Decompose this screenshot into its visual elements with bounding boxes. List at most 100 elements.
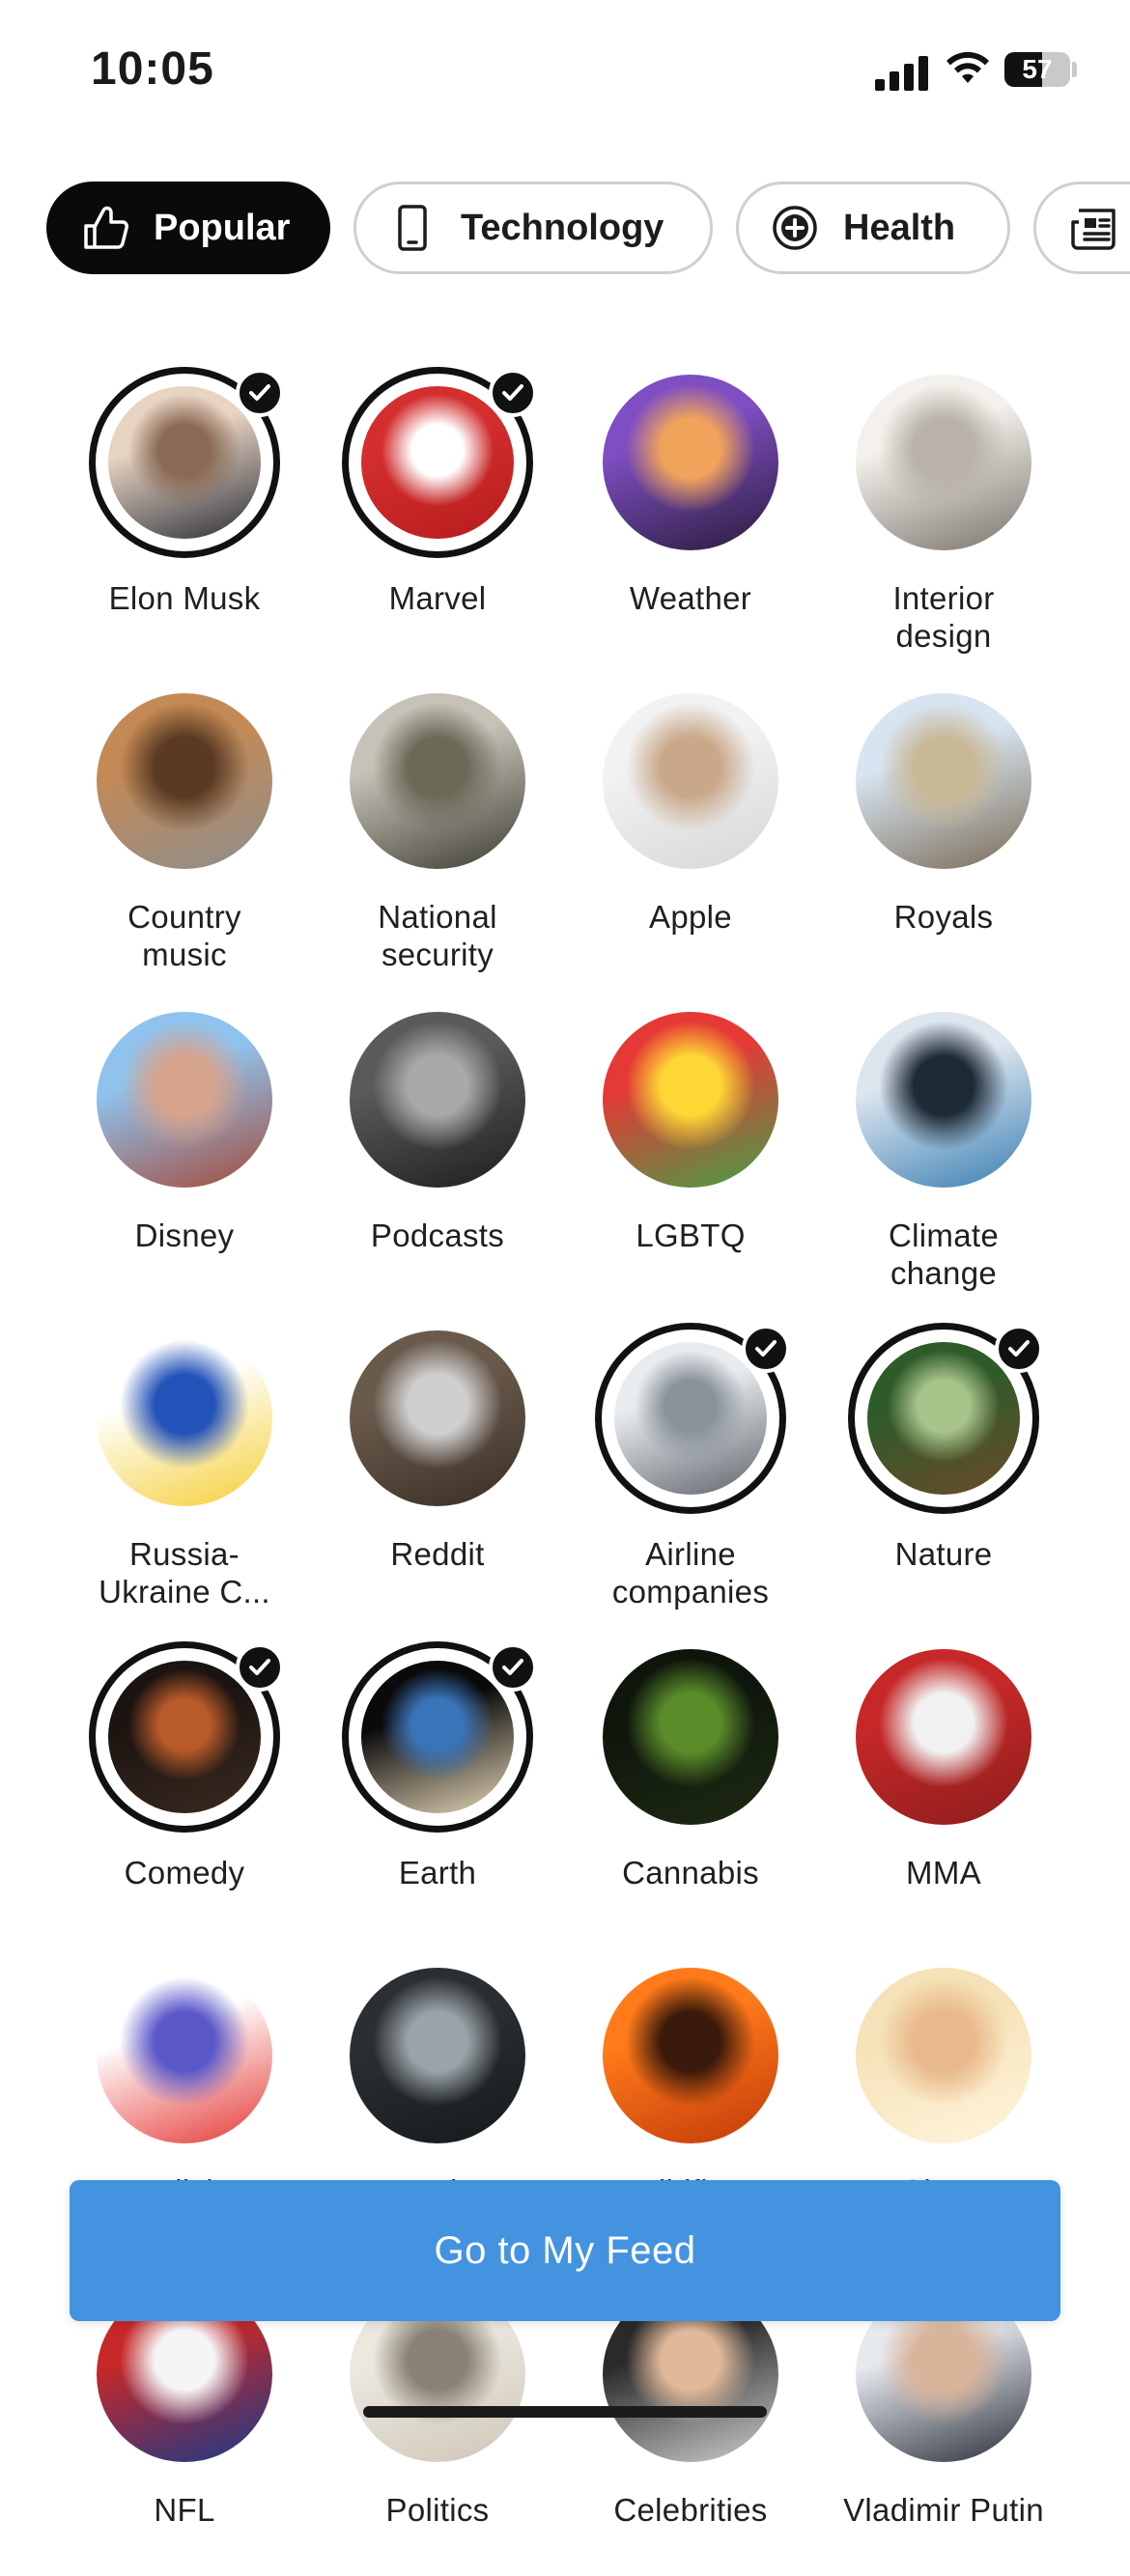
topic-celebrities[interactable]: Celebrities — [564, 2286, 817, 2576]
topic-royals[interactable]: Royals — [817, 693, 1070, 983]
topic-image — [108, 1661, 261, 1813]
topic-circle — [342, 367, 537, 558]
topic-label: Elon Musk — [108, 580, 261, 616]
topic-circle — [856, 693, 1031, 869]
topic-cannabis[interactable]: Cannabis — [564, 1649, 817, 1939]
topic-label: Disney — [134, 1218, 235, 1253]
topic-image — [97, 1968, 272, 2143]
topic-climate-change[interactable]: Climate change — [817, 1012, 1070, 1302]
topic-circle — [856, 375, 1031, 550]
topic-image — [350, 1330, 525, 1506]
topic-label: Interior design — [892, 580, 995, 654]
topic-label: MMA — [906, 1855, 981, 1890]
topic-circle — [350, 1012, 525, 1188]
topic-circle — [89, 1641, 284, 1833]
topic-label: Cannabis — [622, 1855, 759, 1890]
topic-circle — [342, 1641, 537, 1833]
topic-country-music[interactable]: Country music — [58, 693, 311, 983]
topic-image — [97, 1012, 272, 1188]
topic-image — [603, 693, 778, 869]
topic-image — [350, 1968, 525, 2143]
topic-label: Earth — [398, 1855, 477, 1890]
topic-label: Nature — [894, 1536, 993, 1572]
topic-image — [350, 1012, 525, 1188]
topic-circle — [350, 1968, 525, 2143]
checkmark-icon — [489, 369, 537, 417]
topic-circle — [97, 1012, 272, 1188]
topic-label: Russia- Ukraine C... — [99, 1536, 270, 1610]
topic-label: National security — [378, 899, 497, 972]
topic-image — [603, 1649, 778, 1825]
topic-circle — [856, 1968, 1031, 2143]
topic-image — [350, 693, 525, 869]
topic-circle — [89, 367, 284, 558]
topic-weather[interactable]: Weather — [564, 375, 817, 664]
topic-image — [856, 1968, 1031, 2143]
topic-marvel[interactable]: Marvel — [311, 367, 564, 664]
topic-image — [867, 1342, 1020, 1495]
topic-label: Country music — [127, 899, 241, 972]
topic-circle — [603, 1649, 778, 1825]
topic-airline-companies[interactable]: Airline companies — [564, 1323, 817, 1620]
topic-image — [603, 1012, 778, 1188]
topic-circle — [97, 1330, 272, 1506]
topic-reddit[interactable]: Reddit — [311, 1330, 564, 1620]
topic-image — [603, 1968, 778, 2143]
topic-comedy[interactable]: Comedy — [58, 1641, 311, 1939]
topic-label: NFL — [154, 2492, 215, 2528]
topic-label: Airline companies — [611, 1536, 770, 1610]
topic-politics[interactable]: Politics — [311, 2286, 564, 2576]
topic-label: Politics — [385, 2492, 490, 2528]
topic-image — [614, 1342, 767, 1495]
topic-disney[interactable]: Disney — [58, 1012, 311, 1302]
topic-circle — [856, 1649, 1031, 1825]
topic-image — [856, 1649, 1031, 1825]
topic-vladimir-putin[interactable]: Vladimir Putin — [817, 2286, 1070, 2576]
topic-earth[interactable]: Earth — [311, 1641, 564, 1939]
topic-circle — [603, 1012, 778, 1188]
topic-circle — [603, 375, 778, 550]
topic-circle — [595, 1323, 790, 1514]
topic-image — [856, 1012, 1031, 1188]
topic-circle — [350, 1330, 525, 1506]
topic-image — [856, 693, 1031, 869]
topic-image — [361, 386, 514, 539]
topic-image — [856, 375, 1031, 550]
topic-image — [97, 1330, 272, 1506]
topic-circle — [97, 693, 272, 869]
topic-image — [361, 1661, 514, 1813]
topic-image — [97, 693, 272, 869]
checkmark-icon — [489, 1643, 537, 1692]
topic-image — [108, 386, 261, 539]
topic-image — [603, 375, 778, 550]
topic-lgbtq[interactable]: LGBTQ — [564, 1012, 817, 1302]
topic-circle — [97, 1968, 272, 2143]
topic-circle — [350, 693, 525, 869]
topic-label: Apple — [649, 899, 732, 935]
topic-circle — [603, 693, 778, 869]
topic-grid: Elon Musk Marvel Weather Interior design Coun… — [0, 0, 1130, 2528]
topic-elon-musk[interactable]: Elon Musk — [58, 367, 311, 664]
topic-interior-design[interactable]: Interior design — [817, 375, 1070, 664]
topic-label: Weather — [629, 580, 752, 616]
topic-nature[interactable]: Nature — [817, 1323, 1070, 1620]
topic-circle — [603, 1968, 778, 2143]
topic-label: Podcasts — [370, 1218, 505, 1253]
topic-label: Reddit — [390, 1536, 485, 1572]
topic-nfl[interactable]: NFL — [58, 2286, 311, 2576]
topic-label: Celebrities — [613, 2492, 768, 2528]
home-indicator — [363, 2406, 767, 2418]
topic-apple[interactable]: Apple — [564, 693, 817, 983]
topic-label: Climate change — [889, 1218, 999, 1291]
checkmark-icon — [236, 369, 284, 417]
topic-mma[interactable]: MMA — [817, 1649, 1070, 1939]
topic-national-security[interactable]: National security — [311, 693, 564, 983]
topic-circle — [856, 1012, 1031, 1188]
topic-label: LGBTQ — [636, 1218, 746, 1253]
topic-label: Comedy — [124, 1855, 245, 1890]
topic-russia-ukraine-c[interactable]: Russia- Ukraine C... — [58, 1330, 311, 1620]
topic-podcasts[interactable]: Podcasts — [311, 1012, 564, 1302]
go-to-my-feed-button[interactable]: Go to My Feed — [70, 2180, 1060, 2321]
topic-circle — [848, 1323, 1043, 1514]
checkmark-icon — [742, 1325, 790, 1373]
